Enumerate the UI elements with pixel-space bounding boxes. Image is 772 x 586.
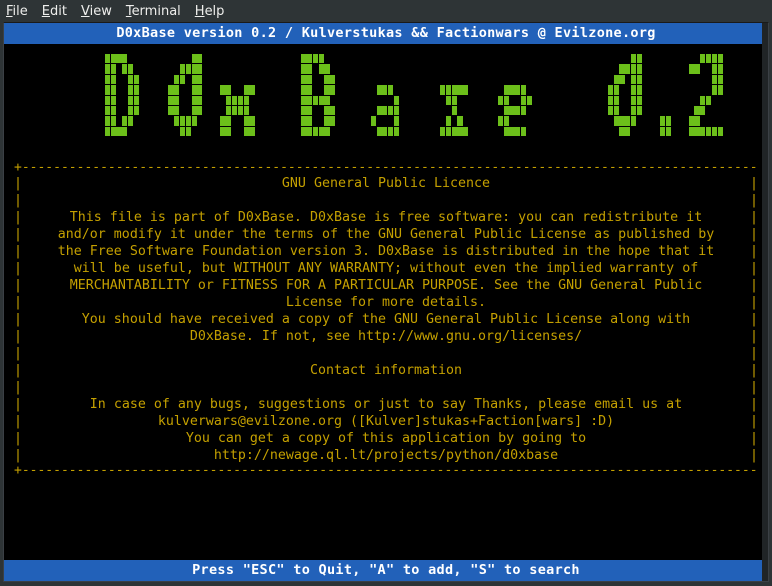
licence-text: MERCHANTABILITY or FITNESS FOR A PARTICU…: [24, 277, 748, 294]
licence-line: |In case of any bugs, suggestions or jus…: [14, 396, 758, 413]
licence-text: You can get a copy of this application b…: [24, 430, 748, 447]
licence-line: ||: [14, 345, 758, 362]
licence-text: License for more details.: [24, 294, 748, 311]
licence-line: |kulverwars@evilzone.org ([Kulver]stukas…: [14, 413, 758, 430]
status-text: to Quit,: [285, 562, 369, 578]
licence-text: You should have received a copy of the G…: [24, 311, 748, 328]
licence-line: |Contact information|: [14, 362, 758, 379]
key-esc: "ESC": [243, 562, 285, 578]
menu-help[interactable]: Help: [195, 4, 225, 19]
licence-line: |D0xBase. If not, see http://www.gnu.org…: [14, 328, 758, 345]
licence-text: In case of any bugs, suggestions or just…: [24, 396, 748, 413]
key-s: "S": [470, 562, 495, 578]
title-bar: D0xBase version 0.2 / Kulverstukas && Fa…: [4, 23, 768, 44]
key-a: "A": [369, 562, 394, 578]
licence-text: and/or modify it under the terms of the …: [24, 226, 748, 243]
box-border-top: +---------------------------------------…: [14, 161, 758, 175]
status-text: to search: [496, 562, 580, 578]
licence-text: D0xBase. If not, see http://www.gnu.org/…: [24, 328, 748, 345]
box-border-bottom: +---------------------------------------…: [14, 464, 758, 478]
licence-text: This file is part of D0xBase. D0xBase is…: [24, 209, 748, 226]
licence-line: |MERCHANTABILITY or FITNESS FOR A PARTIC…: [14, 277, 758, 294]
status-bar: Press "ESC" to Quit, "A" to add, "S" to …: [4, 560, 768, 581]
licence-line: |This file is part of D0xBase. D0xBase i…: [14, 209, 758, 226]
menubar: File Edit View Terminal Help: [0, 0, 772, 22]
licence-line: |and/or modify it under the terms of the…: [14, 226, 758, 243]
scrollbar[interactable]: [762, 23, 768, 581]
licence-text: will be useful, but WITHOUT ANY WARRANTY…: [24, 260, 748, 277]
terminal-window: D0xBase version 0.2 / Kulverstukas && Fa…: [3, 22, 769, 582]
status-text: to add,: [394, 562, 470, 578]
status-text: Press: [192, 562, 243, 578]
licence-line: |GNU General Public Licence|: [14, 175, 758, 192]
ascii-logo: [4, 44, 768, 143]
licence-line: ||: [14, 379, 758, 396]
licence-line: |will be useful, but WITHOUT ANY WARRANT…: [14, 260, 758, 277]
licence-line: |You should have received a copy of the …: [14, 311, 758, 328]
licence-box: +---------------------------------------…: [14, 161, 758, 478]
menu-view[interactable]: View: [81, 4, 112, 19]
menu-edit[interactable]: Edit: [42, 4, 67, 19]
licence-text: http://newage.ql.lt/projects/python/d0xb…: [24, 447, 748, 464]
licence-line: |License for more details.|: [14, 294, 758, 311]
licence-line: |http://newage.ql.lt/projects/python/d0x…: [14, 447, 758, 464]
menu-file[interactable]: File: [6, 4, 28, 19]
licence-line: |the Free Software Foundation version 3.…: [14, 243, 758, 260]
licence-text: kulverwars@evilzone.org ([Kulver]stukas+…: [24, 413, 748, 430]
licence-text: Contact information: [24, 362, 748, 379]
menu-terminal[interactable]: Terminal: [126, 4, 181, 19]
licence-line: ||: [14, 192, 758, 209]
licence-line: |You can get a copy of this application …: [14, 430, 758, 447]
licence-title: GNU General Public Licence: [24, 175, 748, 192]
licence-text: the Free Software Foundation version 3. …: [24, 243, 748, 260]
